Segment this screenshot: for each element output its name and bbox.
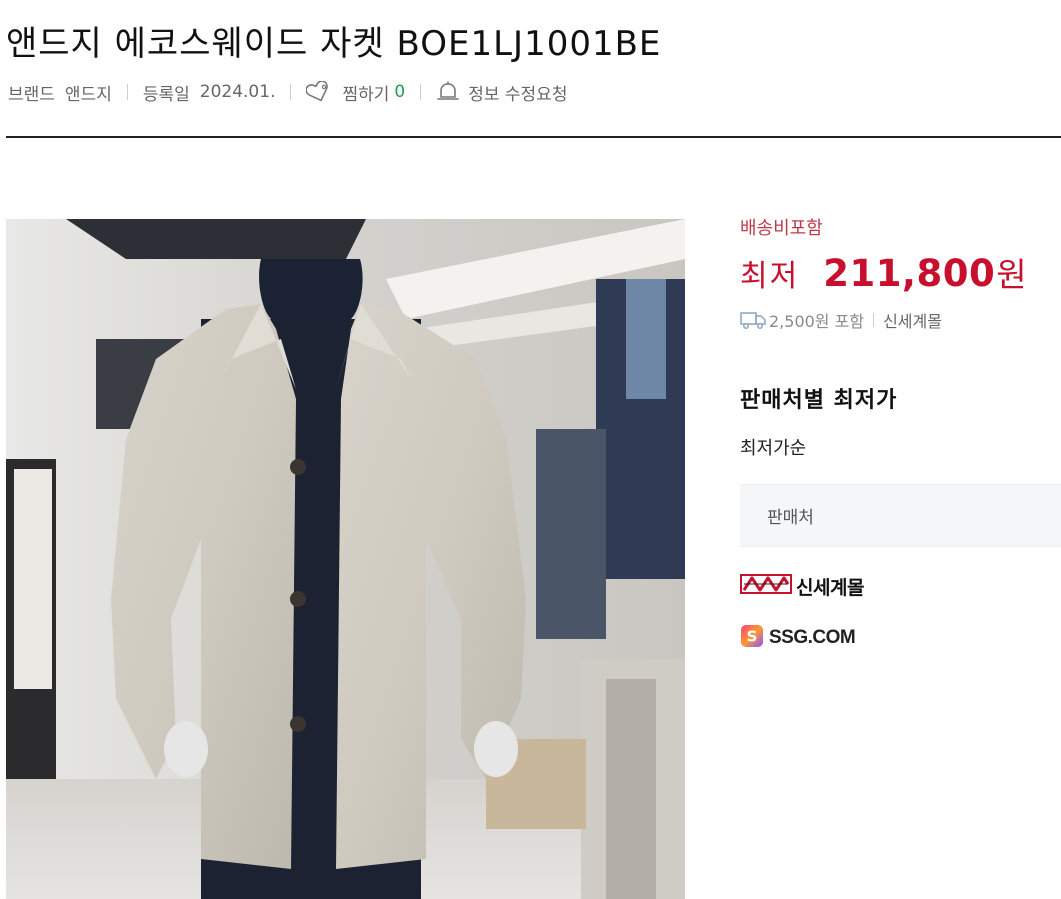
- product-title: 앤드지 에코스웨이드 자켓 BOE1LJ1001BE: [6, 24, 662, 64]
- title-divider: [6, 136, 1061, 138]
- seller-ssg-com[interactable]: S SSG.COM: [740, 623, 1061, 653]
- delivery-truck-icon: [740, 310, 766, 330]
- shipping-divider: [873, 313, 875, 327]
- price-currency-unit: 원: [996, 255, 1027, 294]
- wishlist-label: 찜하기: [342, 84, 390, 105]
- brand-label: 브랜드: [8, 84, 55, 105]
- wishlist-count: 0: [394, 82, 406, 102]
- price-panel: 배송비포함 최저 211,800 원 2,500원 포함 신세계몰 판매처별 최…: [740, 214, 1061, 653]
- brand-link[interactable]: 앤드지: [65, 80, 112, 105]
- ssg-com-logo: S: [740, 624, 764, 652]
- edit-request-button[interactable]: 정보 수정요청: [436, 80, 567, 105]
- meta-divider: [420, 84, 422, 100]
- shinsegae-mall-logo: [740, 572, 792, 600]
- seller-shinsegae-mall[interactable]: 신세계몰: [740, 571, 1061, 601]
- product-image[interactable]: [6, 219, 685, 899]
- svg-text:S: S: [747, 628, 758, 646]
- seller-name: SSG.COM: [769, 627, 856, 648]
- shipping-fee-text: 2,500원 포함: [769, 312, 865, 331]
- lowest-price-prefix: 최저: [740, 259, 800, 294]
- shipping-info-row: 2,500원 포함 신세계몰: [740, 308, 1061, 332]
- product-meta-bar: 브랜드 앤드지 등록일 2024.01. 찜하기 0 정보 수정요청: [8, 78, 567, 106]
- sellers-section-title: 판매처별 최저가: [740, 388, 898, 413]
- sort-option[interactable]: 최저가순: [740, 434, 1061, 460]
- meta-divider: [290, 84, 292, 100]
- seller-name: 신세계몰: [796, 576, 864, 599]
- bell-icon: [436, 81, 460, 103]
- wishlist-button[interactable]: 찜하기 0: [306, 80, 405, 105]
- meta-divider: [126, 84, 128, 100]
- jacket-photo: [6, 219, 685, 899]
- shipping-included-label: 배송비포함: [740, 218, 823, 239]
- lowest-price-value: 211,800: [823, 252, 996, 295]
- lowest-price-row: 최저 211,800 원: [740, 248, 1061, 296]
- heart-tag-icon: [306, 81, 334, 103]
- registered-label: 등록일: [142, 84, 190, 105]
- seller-column-header: 판매처: [740, 484, 1061, 547]
- edit-request-label: 정보 수정요청: [468, 84, 568, 105]
- lowest-price-seller[interactable]: 신세계몰: [883, 308, 942, 332]
- registered-date: 2024.01.: [199, 82, 276, 102]
